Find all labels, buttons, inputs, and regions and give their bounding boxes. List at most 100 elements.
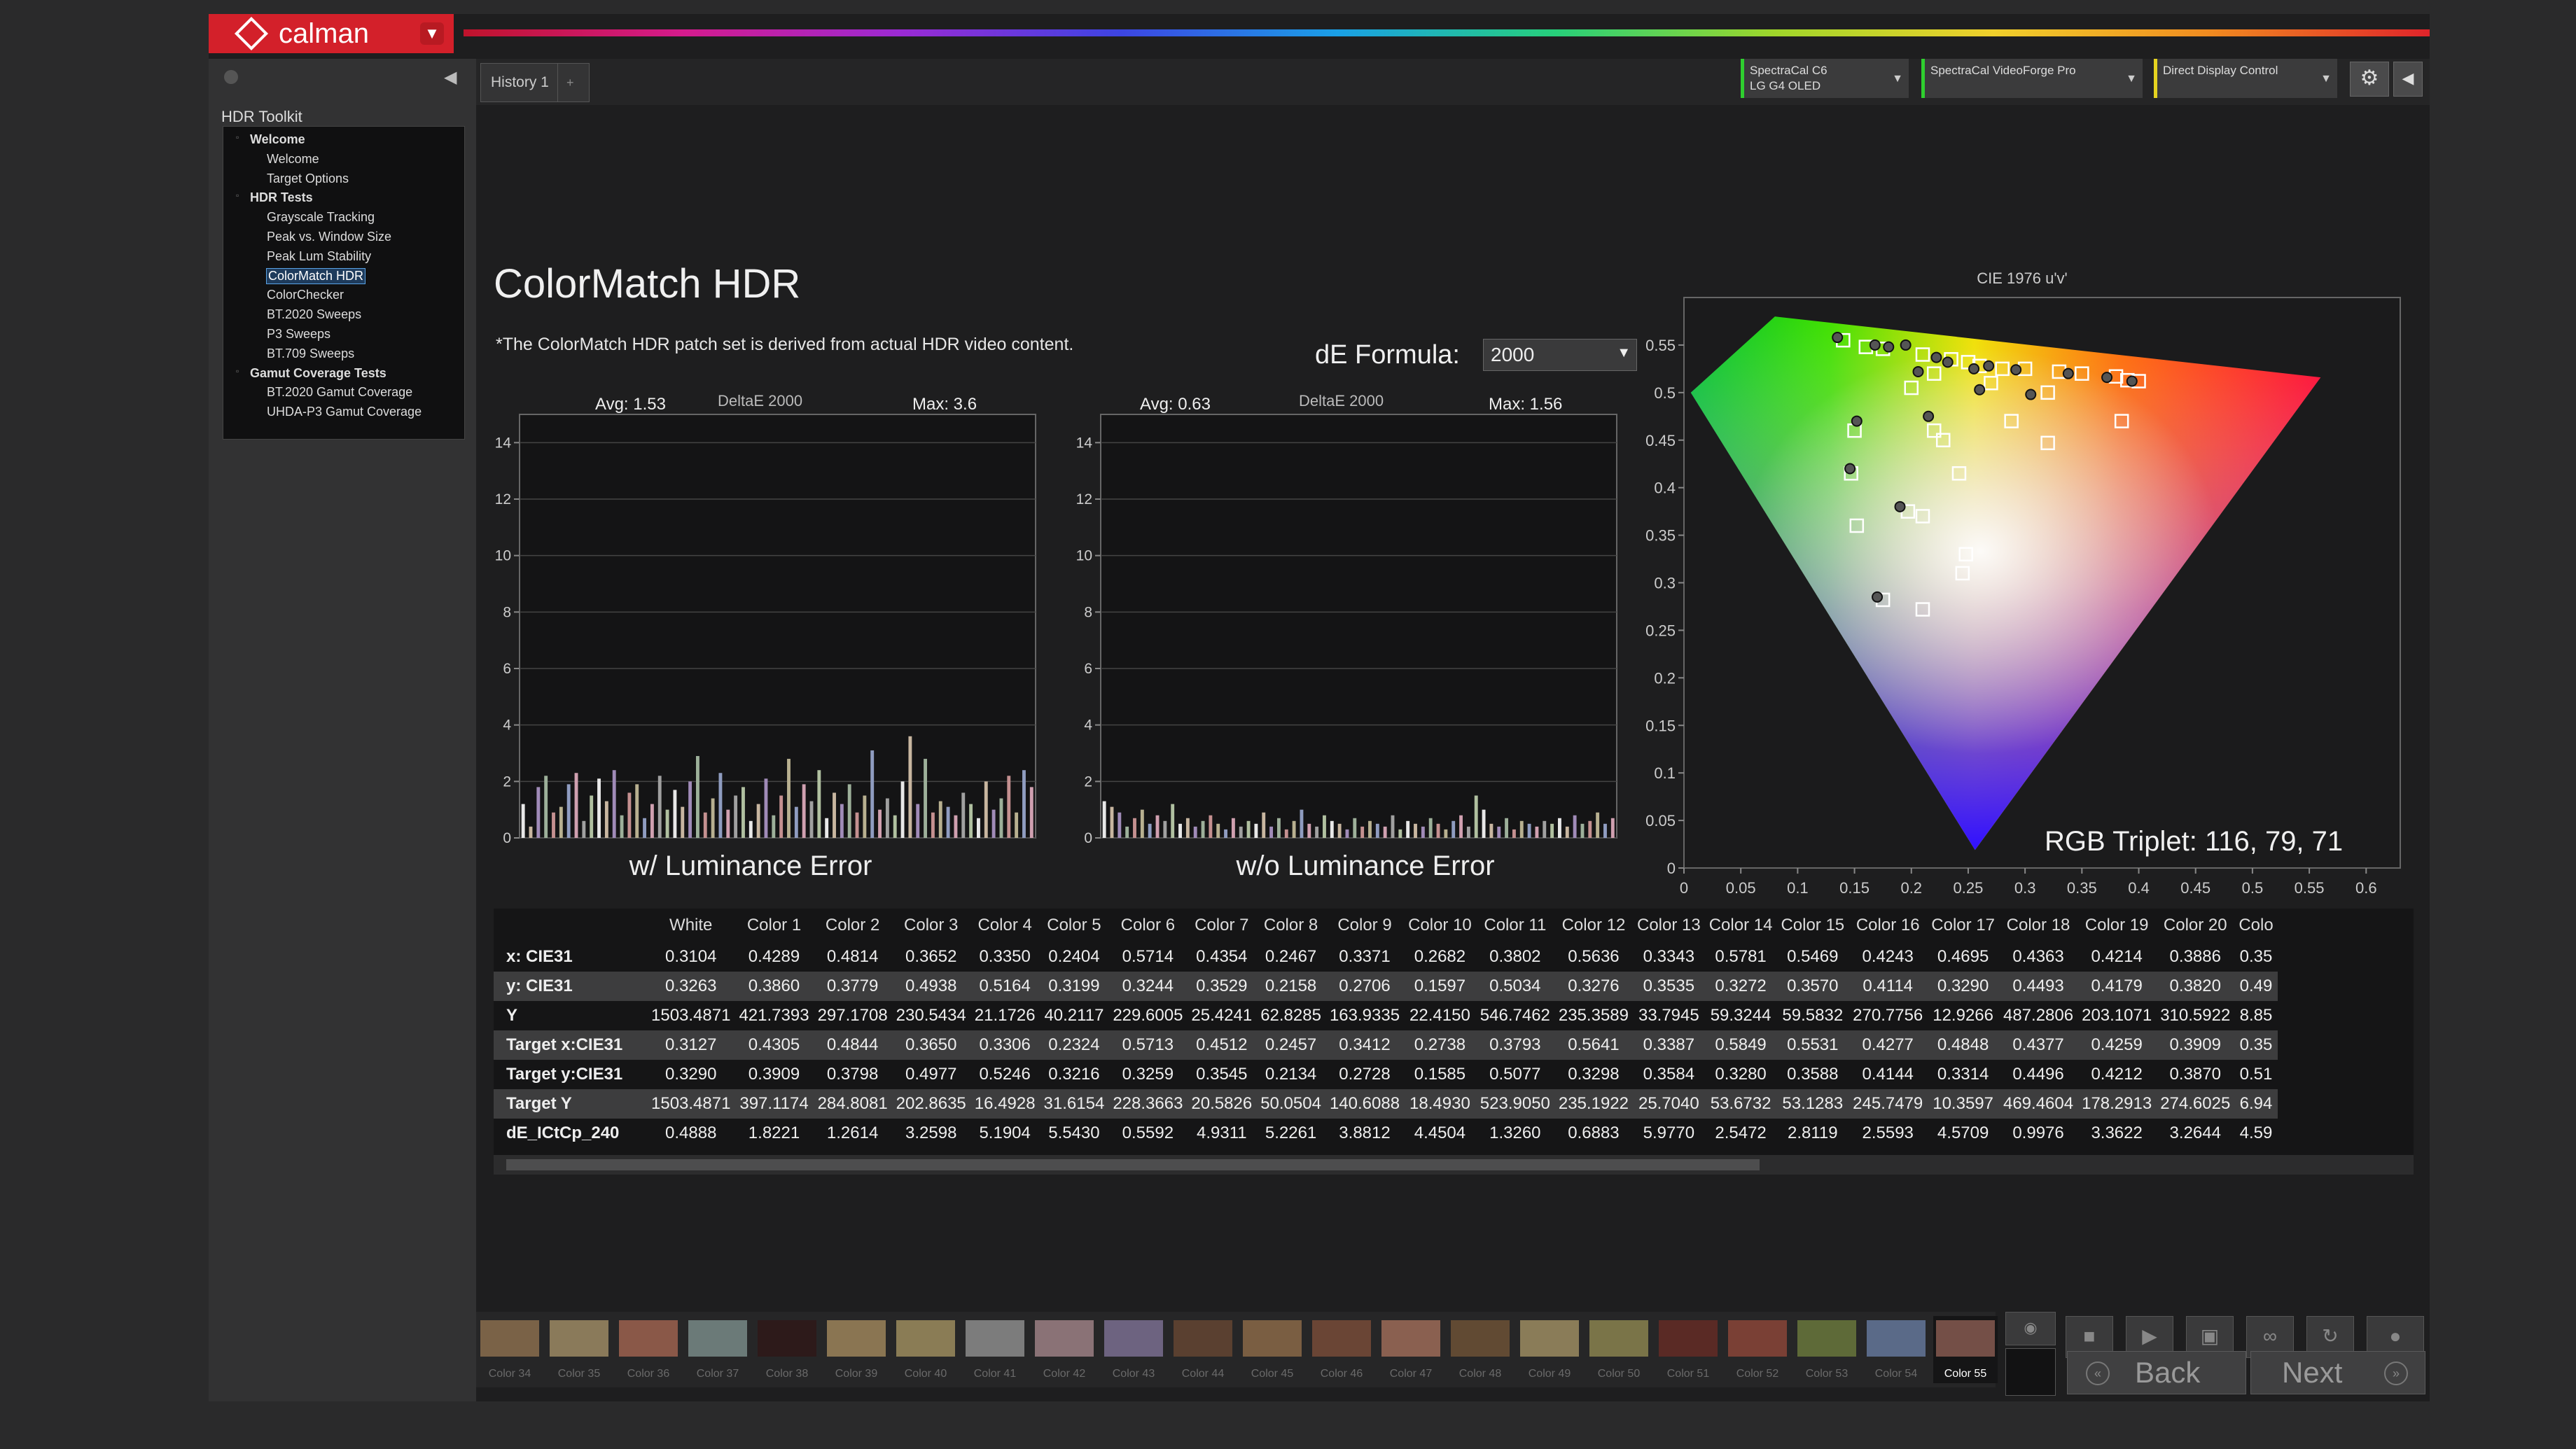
table-cell[interactable]: 229.6005 xyxy=(1108,1001,1187,1030)
swatch-color-51[interactable]: Color 51 xyxy=(1656,1316,1720,1383)
table-cell[interactable]: 0.5034 xyxy=(1475,972,1554,1001)
swatch-color-37[interactable]: Color 37 xyxy=(685,1316,750,1383)
swatch-color-36[interactable]: Color 36 xyxy=(616,1316,681,1383)
table-cell[interactable]: 8.85 xyxy=(2234,1001,2277,1030)
table-cell[interactable]: 3.2644 xyxy=(2156,1119,2234,1148)
table-cell[interactable]: 0.4938 xyxy=(891,972,970,1001)
table-cell[interactable]: 228.3663 xyxy=(1108,1089,1188,1119)
swatch-color-53[interactable]: Color 53 xyxy=(1795,1316,1859,1383)
table-cell[interactable]: 5.1904 xyxy=(970,1119,1040,1148)
swatch-color-55[interactable]: Color 55 xyxy=(1933,1316,1998,1383)
table-cell[interactable]: 245.7479 xyxy=(1849,1089,1928,1119)
table-cell[interactable]: 62.8285 xyxy=(1256,1001,1325,1030)
table-cell[interactable]: 16.4928 xyxy=(970,1089,1040,1119)
grid-column-header[interactable]: Color 20 xyxy=(2156,909,2234,942)
table-cell[interactable]: 0.3298 xyxy=(1554,1060,1633,1089)
table-cell[interactable]: 18.4930 xyxy=(1404,1089,1476,1119)
table-cell[interactable]: 40.2117 xyxy=(1040,1001,1109,1030)
table-cell[interactable]: 0.5636 xyxy=(1554,942,1633,972)
table-cell[interactable]: 0.3570 xyxy=(1776,972,1849,1001)
table-cell[interactable]: 523.9050 xyxy=(1475,1089,1554,1119)
table-cell[interactable]: 5.2261 xyxy=(1256,1119,1325,1148)
table-cell[interactable]: 0.5592 xyxy=(1108,1119,1187,1148)
table-cell[interactable]: 0.2324 xyxy=(1039,1030,1109,1060)
swatch-color-48[interactable]: Color 48 xyxy=(1448,1316,1512,1383)
swatch-color-46[interactable]: Color 46 xyxy=(1309,1316,1374,1383)
grid-column-header[interactable]: Color 4 xyxy=(970,909,1040,942)
back-button[interactable]: « Back xyxy=(2067,1351,2246,1394)
table-cell[interactable]: 235.3589 xyxy=(1554,1001,1633,1030)
table-cell[interactable]: 0.3650 xyxy=(891,1030,970,1060)
table-cell[interactable]: 53.6732 xyxy=(1704,1089,1777,1119)
table-cell[interactable]: 0.3860 xyxy=(734,972,814,1001)
table-cell[interactable]: 1503.4871 xyxy=(647,1001,734,1030)
swatch-color-34[interactable]: Color 34 xyxy=(478,1316,542,1383)
table-cell[interactable]: 0.51 xyxy=(2234,1060,2277,1089)
table-cell[interactable]: 0.3535 xyxy=(1633,972,1705,1001)
table-cell[interactable]: 0.1597 xyxy=(1404,972,1476,1001)
table-cell[interactable]: 0.3545 xyxy=(1187,1060,1256,1089)
table-cell[interactable]: 235.1922 xyxy=(1554,1089,1633,1119)
table-cell[interactable]: 0.49 xyxy=(2234,972,2278,1001)
table-cell[interactable]: 0.5781 xyxy=(1705,942,1777,972)
next-button[interactable]: Next » xyxy=(2250,1351,2425,1394)
scrollbar-thumb[interactable] xyxy=(506,1159,1760,1170)
table-cell[interactable]: 0.4888 xyxy=(647,1119,734,1148)
grid-column-header[interactable]: Color 7 xyxy=(1187,909,1256,942)
table-cell[interactable]: 25.4241 xyxy=(1187,1001,1256,1030)
grid-column-header[interactable]: Color 2 xyxy=(814,909,892,942)
table-cell[interactable]: 0.2706 xyxy=(1325,972,1405,1001)
table-cell[interactable]: 203.1071 xyxy=(2077,1001,2156,1030)
table-cell[interactable]: 5.5430 xyxy=(1040,1119,1109,1148)
table-cell[interactable]: 0.3306 xyxy=(970,1030,1040,1060)
table-cell[interactable]: 421.7393 xyxy=(734,1001,813,1030)
grid-column-header[interactable]: Color 18 xyxy=(1999,909,2077,942)
table-cell[interactable]: 0.3216 xyxy=(1040,1060,1109,1089)
grid-column-header[interactable]: Color 10 xyxy=(1404,909,1476,942)
table-cell[interactable]: 0.2134 xyxy=(1256,1060,1325,1089)
table-cell[interactable]: 4.59 xyxy=(2234,1119,2277,1148)
table-cell[interactable]: 0.5641 xyxy=(1554,1030,1633,1060)
table-cell[interactable]: 0.3387 xyxy=(1633,1030,1705,1060)
table-cell[interactable]: 0.3820 xyxy=(2156,972,2235,1001)
table-cell[interactable]: 0.3588 xyxy=(1776,1060,1849,1089)
table-cell[interactable]: 0.3276 xyxy=(1554,972,1633,1001)
grid-column-header[interactable]: Color 16 xyxy=(1849,909,1927,942)
table-cell[interactable]: 0.3652 xyxy=(892,942,970,972)
table-cell[interactable]: 59.3244 xyxy=(1705,1001,1777,1030)
table-cell[interactable]: 0.5246 xyxy=(970,1060,1040,1089)
grid-column-header[interactable]: Color 19 xyxy=(2077,909,2156,942)
table-cell[interactable]: 22.4150 xyxy=(1404,1001,1476,1030)
horizontal-scrollbar[interactable] xyxy=(494,1155,2414,1175)
grid-column-header[interactable]: Color 14 xyxy=(1705,909,1777,942)
swatch-color-43[interactable]: Color 43 xyxy=(1101,1316,1166,1383)
grid-column-header[interactable]: Color 8 xyxy=(1256,909,1325,942)
table-cell[interactable]: 0.3263 xyxy=(647,972,735,1001)
table-cell[interactable]: 0.4354 xyxy=(1187,942,1256,972)
grid-column-header[interactable]: White xyxy=(647,909,734,942)
table-cell[interactable]: 0.1585 xyxy=(1404,1060,1476,1089)
table-cell[interactable]: 0.4695 xyxy=(1927,942,1999,972)
swatch-color-52[interactable]: Color 52 xyxy=(1725,1316,1790,1383)
table-cell[interactable]: 0.3870 xyxy=(2156,1060,2234,1089)
table-cell[interactable]: 0.3290 xyxy=(1927,972,1999,1001)
row-header[interactable]: Target x:CIE31 xyxy=(494,1030,647,1060)
table-cell[interactable]: 31.6154 xyxy=(1039,1089,1109,1119)
table-cell[interactable]: 0.2682 xyxy=(1404,942,1476,972)
grid-column-header[interactable]: Color 13 xyxy=(1633,909,1705,942)
table-cell[interactable]: 50.0504 xyxy=(1256,1089,1325,1119)
row-header[interactable]: Target y:CIE31 xyxy=(494,1060,647,1089)
table-cell[interactable]: 140.6088 xyxy=(1325,1089,1405,1119)
table-cell[interactable]: 0.3199 xyxy=(1039,972,1109,1001)
table-cell[interactable]: 0.3290 xyxy=(647,1060,734,1089)
table-cell[interactable]: 270.7756 xyxy=(1849,1001,1927,1030)
table-cell[interactable]: 0.3244 xyxy=(1108,972,1188,1001)
table-cell[interactable]: 0.3584 xyxy=(1633,1060,1705,1089)
table-cell[interactable]: 297.1708 xyxy=(814,1001,892,1030)
table-cell[interactable]: 0.4814 xyxy=(814,942,892,972)
table-cell[interactable]: 0.4844 xyxy=(813,1030,892,1060)
grid-column-header[interactable]: Color 12 xyxy=(1554,909,1633,942)
table-cell[interactable]: 397.1174 xyxy=(734,1089,814,1119)
grid-column-header[interactable]: Color 6 xyxy=(1108,909,1187,942)
table-cell[interactable]: 1.8221 xyxy=(734,1119,813,1148)
